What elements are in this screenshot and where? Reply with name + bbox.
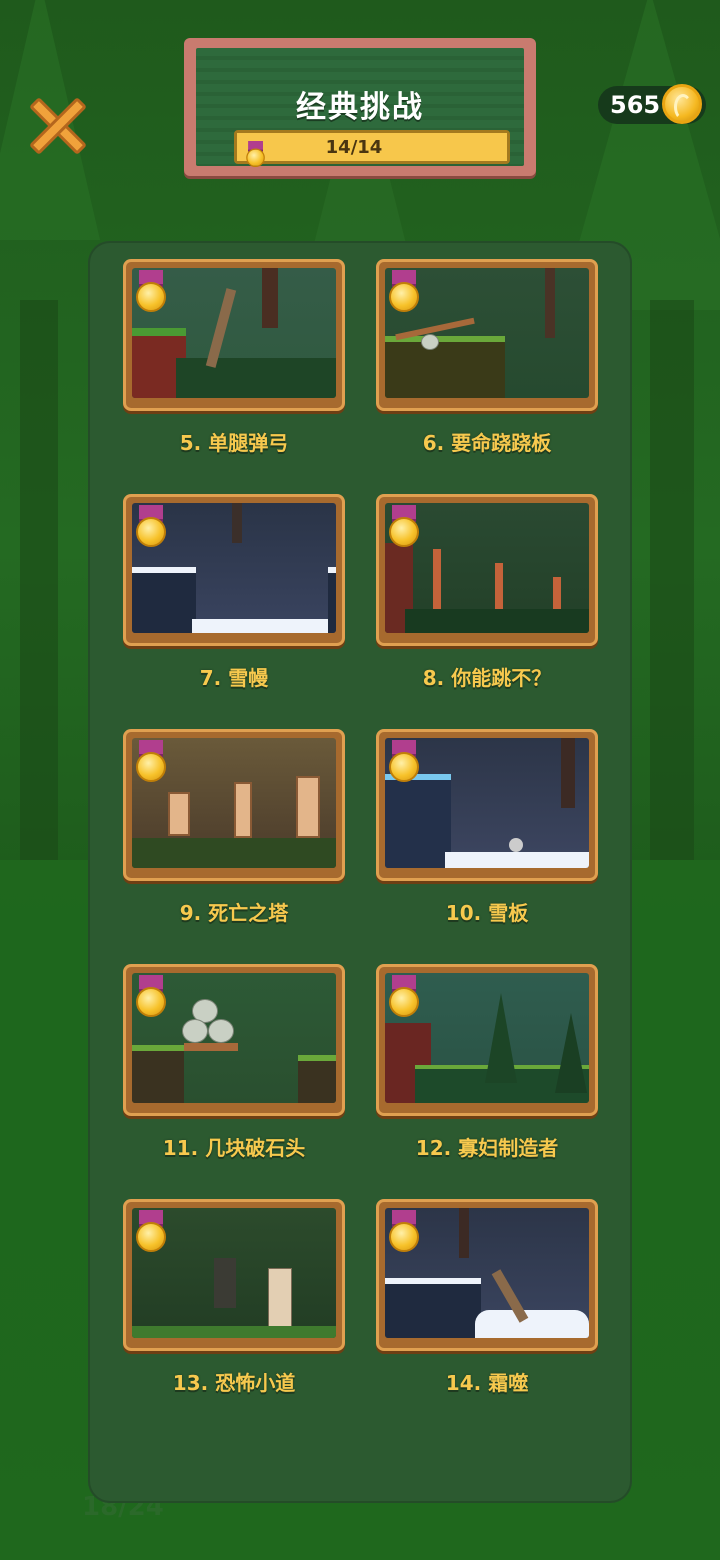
gold-medal-icon: [387, 505, 421, 549]
hill: [385, 336, 505, 398]
snow-ledge: [328, 567, 336, 633]
level-thumbnail[interactable]: [123, 1199, 345, 1351]
slingshot: [205, 288, 237, 368]
coin-count: 565: [610, 91, 661, 119]
pine-tree: [485, 993, 517, 1083]
level-card-5[interactable]: 5. 单腿弹弓: [123, 259, 345, 455]
level-card-12[interactable]: 12. 寡妇制造者: [376, 964, 598, 1160]
level-card-13[interactable]: 13. 恐怖小道: [123, 1199, 345, 1395]
stone-statue: [214, 1258, 236, 1308]
gold-medal-icon: [134, 1210, 168, 1254]
rock: [182, 1019, 208, 1043]
crate-tower: [168, 792, 190, 836]
saw-blade: [509, 838, 523, 852]
title-board: 经典挑战 14/14: [184, 38, 536, 176]
level-thumbnail[interactable]: [123, 494, 345, 646]
snow-floor: [192, 619, 328, 633]
level-title: 13. 恐怖小道: [172, 1371, 296, 1395]
gold-medal-icon: [387, 740, 421, 784]
snow-ledge: [385, 1278, 481, 1338]
stone-pillar: [268, 1268, 292, 1332]
level-thumbnail[interactable]: [376, 729, 598, 881]
level-thumbnail[interactable]: [376, 494, 598, 646]
level-title: 11. 几块破石头: [162, 1136, 306, 1160]
progress-text: 14/14: [325, 137, 383, 158]
gold-medal-icon: [387, 270, 421, 314]
tree-trunk: [561, 738, 575, 808]
grass: [132, 1326, 336, 1338]
title-board-inner: 经典挑战 14/14: [196, 48, 524, 168]
level-title: 14. 霜噬: [445, 1371, 529, 1395]
gold-medal-icon: [134, 740, 168, 784]
gold-medal-icon: [387, 1210, 421, 1254]
level-title: 5. 单腿弹弓: [179, 431, 289, 455]
level-thumbnail[interactable]: [376, 1199, 598, 1351]
level-title: 8. 你能跳不？: [422, 666, 552, 690]
level-thumbnail[interactable]: [123, 729, 345, 881]
gold-medal-icon: [134, 505, 168, 549]
bg-trunk: [20, 300, 58, 860]
ledge: [298, 1055, 336, 1103]
level-card-6[interactable]: 6. 要命跷跷板: [376, 259, 598, 455]
gold-medal-icon: [134, 270, 168, 314]
level-card-7[interactable]: 7. 雪幔: [123, 494, 345, 690]
ice-ledge: [385, 774, 451, 868]
level-title: 7. 雪幔: [199, 666, 269, 690]
level-title: 6. 要命跷跷板: [422, 431, 552, 455]
level-card-10[interactable]: 10. 雪板: [376, 729, 598, 925]
level-thumbnail[interactable]: [376, 259, 598, 411]
plank: [184, 1043, 238, 1051]
level-thumbnail[interactable]: [123, 259, 345, 411]
rock: [421, 334, 439, 350]
level-card-14[interactable]: 14. 霜噬: [376, 1199, 598, 1395]
gold-medal-icon: [387, 975, 421, 1019]
coin-icon: [662, 84, 702, 124]
level-card-11[interactable]: 11. 几块破石头: [123, 964, 345, 1160]
bush: [405, 609, 589, 633]
snow-floor: [445, 852, 589, 868]
snow-mound: [475, 1310, 589, 1338]
rock: [208, 1019, 234, 1043]
level-card-8[interactable]: 8. 你能跳不？: [376, 494, 598, 690]
ledge: [132, 1045, 184, 1103]
snow-ledge: [132, 567, 196, 633]
challenge-progress-bar: 14/14: [234, 130, 510, 168]
level-thumbnail[interactable]: [376, 964, 598, 1116]
pine-tree: [555, 1013, 587, 1093]
tree-trunk: [262, 268, 278, 328]
crate-tower: [234, 782, 252, 838]
gold-medal-icon: [245, 141, 266, 168]
gold-medal-icon: [134, 975, 168, 1019]
level-title: 10. 雪板: [445, 901, 529, 925]
grass: [132, 838, 336, 868]
tree-trunk: [459, 1208, 469, 1258]
bush: [176, 358, 336, 398]
level-title: 12. 寡妇制造者: [415, 1136, 559, 1160]
level-title: 9. 死亡之塔: [179, 901, 289, 925]
level-thumbnail[interactable]: [123, 964, 345, 1116]
level-card-9[interactable]: 9. 死亡之塔: [123, 729, 345, 925]
tree-trunk: [232, 503, 242, 543]
close-button[interactable]: [28, 94, 88, 156]
crate-tower: [296, 776, 320, 838]
bg-trunk: [650, 300, 694, 860]
page-title: 经典挑战: [296, 90, 424, 125]
tree-trunk: [545, 268, 555, 338]
